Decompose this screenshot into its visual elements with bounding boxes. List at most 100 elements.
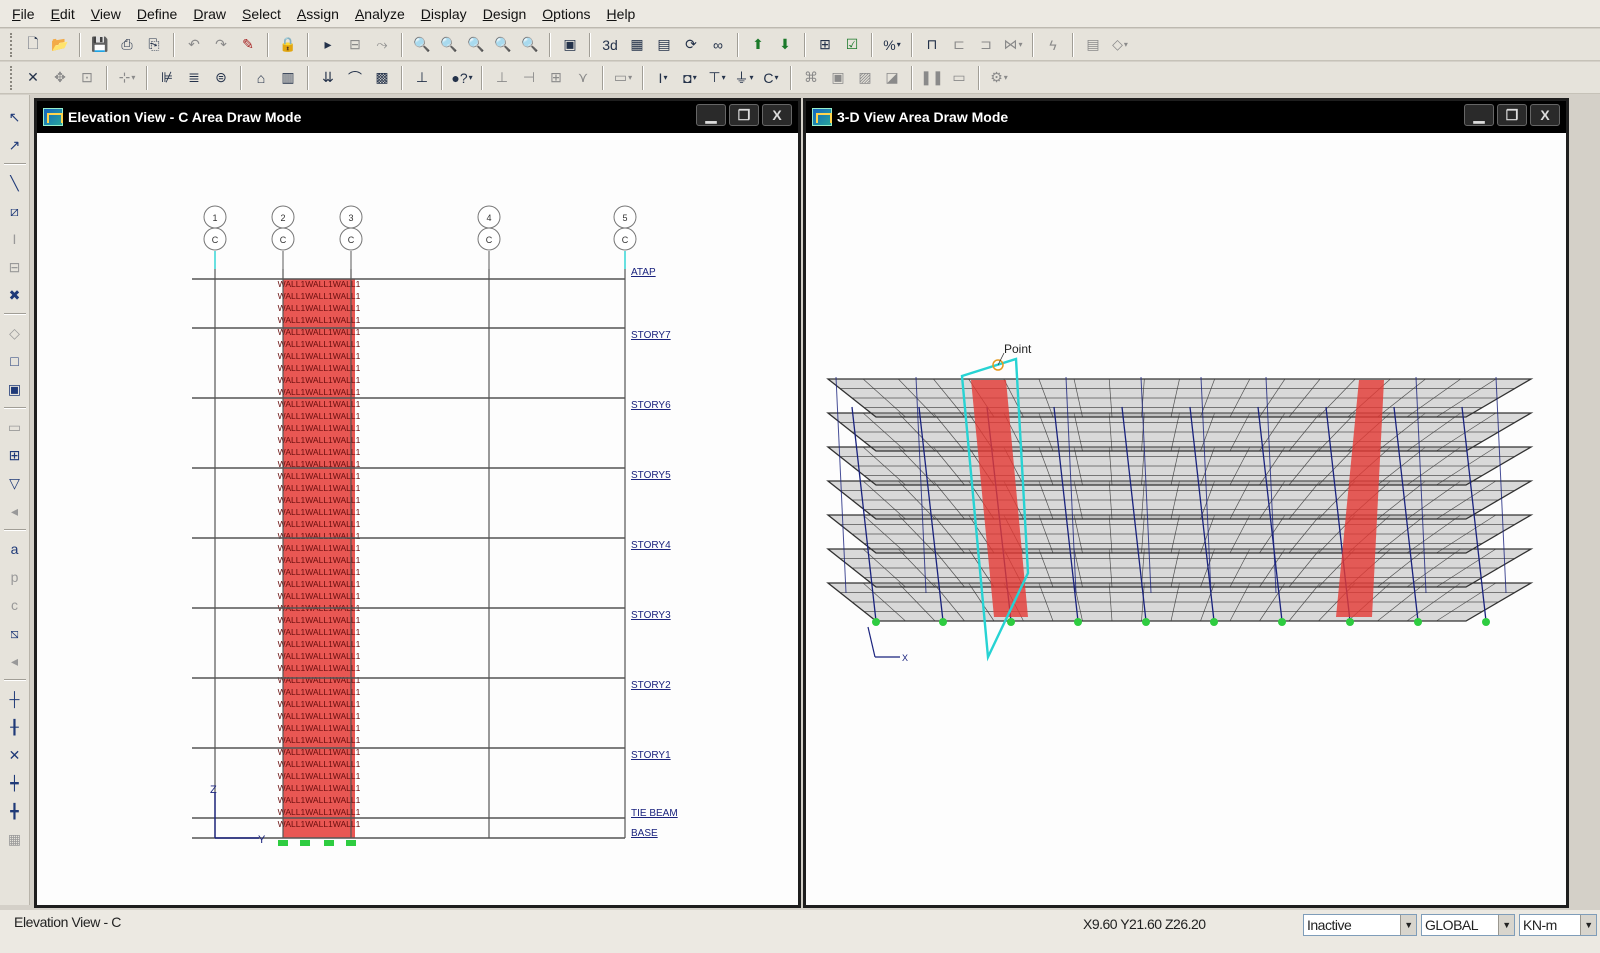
zoom-restore-icon[interactable]: 🔍 — [491, 33, 515, 57]
zoom-out-icon[interactable]: 🔍 — [464, 33, 488, 57]
units-select[interactable]: KN-m ▼ — [1519, 914, 1597, 936]
close-button[interactable]: X — [762, 104, 792, 126]
load-pattern-icon[interactable]: ⇊ — [316, 66, 340, 90]
analysis-icon[interactable]: ⊟ — [343, 33, 367, 57]
elevation-view-window[interactable]: Elevation View - C Area Draw Mode ▁ ❐ X … — [34, 98, 801, 908]
menu-analyze[interactable]: Analyze — [351, 6, 417, 22]
draw-column-icon[interactable]: Ι — [3, 227, 27, 251]
deformation-icon[interactable]: ⋈ ▾ — [1001, 33, 1025, 57]
previous-selection-icon[interactable]: p — [3, 565, 27, 589]
shell-forces-icon[interactable]: ⊐ — [974, 33, 998, 57]
save-icon[interactable]: 💾 — [88, 33, 112, 57]
area-load-icon[interactable]: ⏚ ▾ — [732, 66, 756, 90]
draw-brace-icon[interactable]: ⧄ — [3, 199, 27, 223]
snap-fine-grid-icon[interactable]: ▦ — [3, 827, 27, 851]
chevron-down-icon[interactable]: ▼ — [1400, 915, 1416, 935]
elevation-drawing[interactable]: WALL1WALL1WALL1 WALL1WALL1WALL1 WALL1WALL1… — [37, 133, 798, 905]
pointer-icon[interactable]: ↖ — [3, 105, 27, 129]
table-icon[interactable]: ▤ — [1081, 33, 1105, 57]
grid-data-icon[interactable]: ⊯ — [155, 66, 179, 90]
menu-select[interactable]: Select — [238, 6, 293, 22]
window-title-bar[interactable]: 3-D View Area Draw Mode ▁ ❐ X — [806, 101, 1566, 133]
assign-spandrel-icon[interactable]: ⋎ — [571, 66, 595, 90]
assign-diaphragm-icon[interactable]: ▭ ▾ — [611, 66, 635, 90]
restore-button[interactable]: ❐ — [1497, 104, 1527, 126]
snap-intersections-icon[interactable]: ✕ — [3, 743, 27, 767]
draw-grid-wall-icon[interactable]: ⊞ — [3, 443, 27, 467]
elevation-canvas[interactable]: WALL1WALL1WALL1 WALL1WALL1WALL1 WALL1WALL1… — [37, 133, 798, 905]
perspective-icon[interactable]: ∞ — [706, 33, 730, 57]
elevation-view-icon[interactable]: ▤ — [652, 33, 676, 57]
snap-lines-icon[interactable]: ╋ — [3, 799, 27, 823]
design-icon[interactable]: C ▾ — [759, 66, 783, 90]
mass-source-icon[interactable]: ⊥ — [410, 66, 434, 90]
draw-opening-icon[interactable]: ▽ — [3, 471, 27, 495]
detailing-icon[interactable]: ⚙ ▾ — [987, 66, 1011, 90]
refresh-view-icon[interactable]: ▣ — [558, 33, 582, 57]
run-analysis-icon[interactable]: ▸ — [316, 33, 340, 57]
3d-view-icon[interactable]: 3d — [598, 33, 622, 57]
zoom-in-icon[interactable]: 🔍 — [437, 33, 461, 57]
3d-view-window[interactable]: 3-D View Area Draw Mode ▁ ❐ X Point X — [803, 98, 1569, 908]
pencil-icon[interactable]: ✎ — [236, 33, 260, 57]
delete-icon[interactable]: ✕ — [21, 66, 45, 90]
menu-design[interactable]: Design — [479, 6, 539, 22]
menu-options[interactable]: Options — [538, 6, 602, 22]
move-up-icon[interactable]: ⬆ — [746, 33, 770, 57]
frame-load-icon[interactable]: I ▾ — [651, 66, 675, 90]
print-icon[interactable]: ⎙ — [115, 33, 139, 57]
new-file-icon[interactable]: 🗋 — [21, 33, 45, 57]
3d-canvas[interactable]: Point X — [806, 133, 1566, 905]
minimize-button[interactable]: ▁ — [696, 104, 726, 126]
restore-button[interactable]: ❐ — [729, 104, 759, 126]
draw-secondary-beam-icon[interactable]: ✖ — [3, 283, 27, 307]
percent-icon[interactable]: % ▾ — [880, 33, 904, 57]
minimize-button[interactable]: ▁ — [1464, 104, 1494, 126]
pier-design-icon[interactable]: ❚❚ — [920, 66, 944, 90]
set-building-view-icon[interactable]: ⊞ — [813, 33, 837, 57]
zoom-window-icon[interactable]: 🔍 — [410, 33, 434, 57]
draw-wall-icon[interactable]: ▭ — [3, 415, 27, 439]
wall-design-icon[interactable]: ◪ — [880, 66, 904, 90]
wall-section-icon[interactable]: ▥ — [276, 66, 300, 90]
shell-load-icon[interactable]: ◘ ▾ — [678, 66, 702, 90]
menu-display[interactable]: Display — [417, 6, 479, 22]
menu-view[interactable]: View — [87, 6, 133, 22]
draw-rectangle-area-icon[interactable]: □ — [3, 349, 27, 373]
draw-floor-icon[interactable]: ◇ — [3, 321, 27, 345]
pan-icon[interactable]: 🔍 — [518, 33, 542, 57]
toolbar-grip[interactable] — [10, 65, 14, 90]
load-combo-icon[interactable]: ▩ — [370, 66, 394, 90]
menu-edit[interactable]: Edit — [47, 6, 87, 22]
replicate-icon[interactable]: ⊡ — [75, 66, 99, 90]
state-select[interactable]: Inactive ▼ — [1303, 914, 1417, 936]
rotate-view-icon[interactable]: ⟳ — [679, 33, 703, 57]
draw-line-icon[interactable]: ╲ — [3, 171, 27, 195]
collapse-arrow-icon[interactable]: ◂ — [3, 649, 27, 673]
move-icon[interactable]: ✥ — [48, 66, 72, 90]
load-case-icon[interactable]: ⌒ — [343, 66, 367, 90]
lock-icon[interactable]: 🔒 — [276, 33, 300, 57]
close-button[interactable]: X — [1530, 104, 1560, 126]
draw-beam-icon[interactable]: ⊟ — [3, 255, 27, 279]
redo-icon[interactable]: ↷ — [209, 33, 233, 57]
mesh-icon[interactable]: ⊹ ▾ — [115, 66, 139, 90]
snap-points-icon[interactable]: ┼ — [3, 687, 27, 711]
assign-pier-icon[interactable]: ⊞ — [544, 66, 568, 90]
undo-icon[interactable]: ↶ — [182, 33, 206, 57]
spandrel-design-icon[interactable]: ▭ — [947, 66, 971, 90]
object-shrink-icon[interactable]: ☑ — [840, 33, 864, 57]
frame-icon[interactable]: ⊓ — [920, 33, 944, 57]
frame-forces-icon[interactable]: ⊏ — [947, 33, 971, 57]
collapse-arrow-icon[interactable]: ◂ — [3, 499, 27, 523]
snap-ends-icon[interactable]: ╂ — [3, 715, 27, 739]
assign-release-icon[interactable]: ⊣ — [517, 66, 541, 90]
steel-design-icon[interactable]: ⌘ — [799, 66, 823, 90]
concrete-design-icon[interactable]: ▣ — [826, 66, 850, 90]
move-down-icon[interactable]: ⬇ — [773, 33, 797, 57]
intersecting-line-icon[interactable]: ⧅ — [3, 621, 27, 645]
joint-load-icon[interactable]: ⊤ ▾ — [705, 66, 729, 90]
coordinate-system-select[interactable]: GLOBAL ▼ — [1421, 914, 1515, 936]
select-all-icon[interactable]: a — [3, 537, 27, 561]
material-icon[interactable]: ⊜ — [209, 66, 233, 90]
